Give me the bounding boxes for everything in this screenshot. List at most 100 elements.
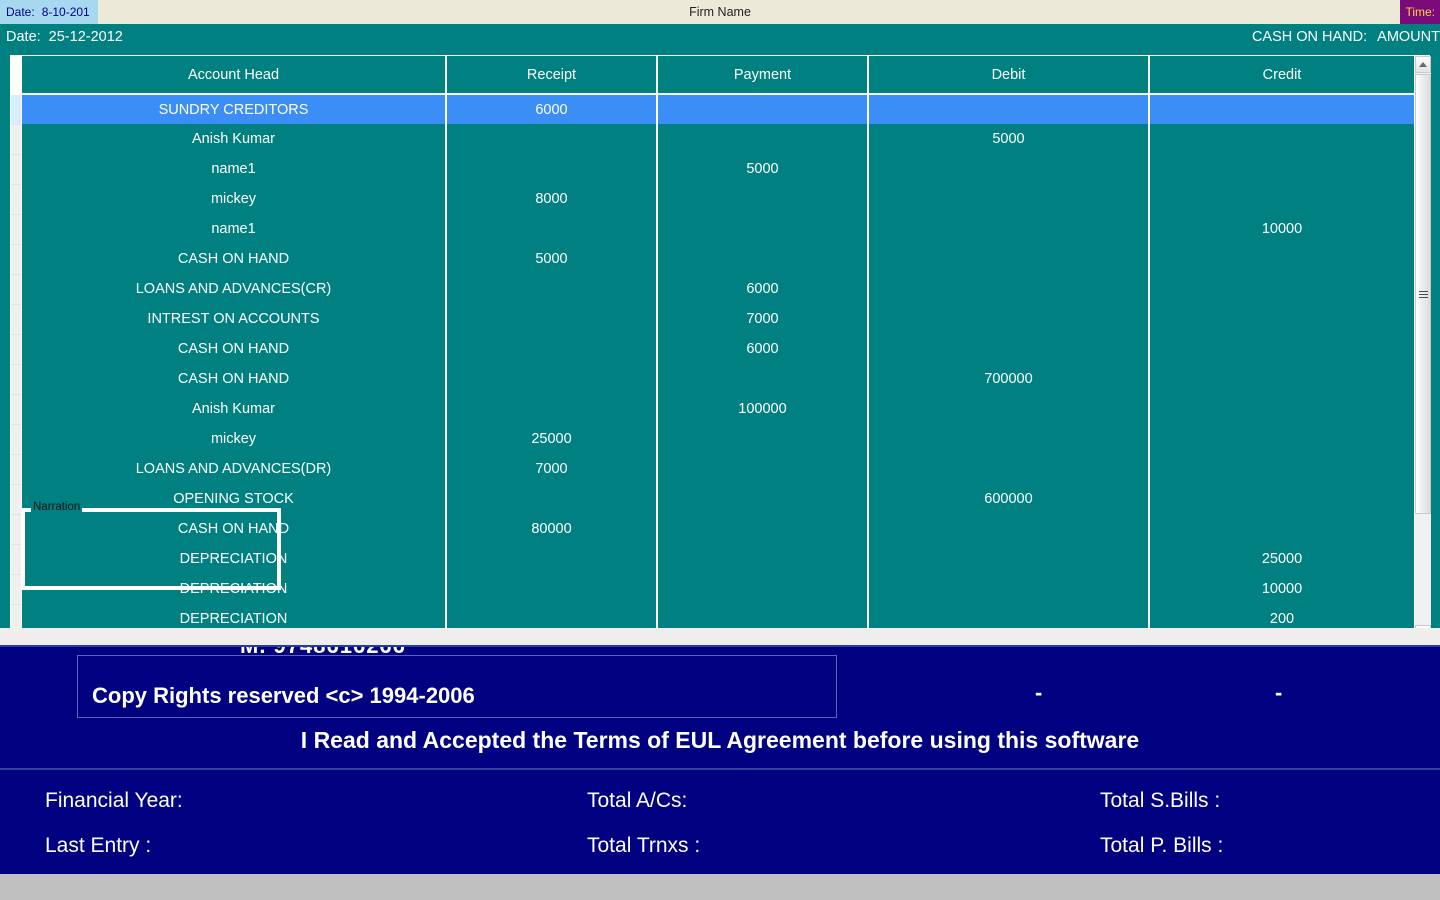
gutter-cell[interactable]: [11, 485, 21, 515]
gutter-cell[interactable]: [11, 95, 21, 125]
cell-credit[interactable]: [1149, 484, 1414, 514]
column-header-account-head[interactable]: Account Head: [22, 56, 447, 95]
cell-receipt[interactable]: 5000: [446, 244, 658, 274]
cell-account-head[interactable]: SUNDRY CREDITORS: [22, 94, 447, 124]
cell-credit[interactable]: [1149, 424, 1414, 454]
cell-receipt[interactable]: [446, 274, 658, 304]
titlebar-date-field[interactable]: Date: 8-10-201: [0, 0, 98, 24]
column-header-payment[interactable]: Payment: [657, 56, 869, 95]
gutter-cell[interactable]: [11, 395, 21, 425]
cell-receipt[interactable]: [446, 154, 658, 184]
cell-debit[interactable]: [868, 274, 1150, 304]
table-row[interactable]: Anish Kumar 5000: [22, 124, 1414, 154]
cell-payment[interactable]: [657, 454, 869, 484]
cell-debit[interactable]: [868, 304, 1150, 334]
cell-receipt[interactable]: [446, 124, 658, 154]
cell-account-head[interactable]: mickey: [22, 424, 447, 454]
table-row[interactable]: LOANS AND ADVANCES(CR) 6000: [22, 274, 1414, 304]
cell-receipt[interactable]: [446, 334, 658, 364]
cell-credit[interactable]: 25000: [1149, 544, 1414, 574]
cell-credit[interactable]: [1149, 124, 1414, 154]
cell-payment[interactable]: [657, 94, 869, 124]
cell-receipt[interactable]: [446, 304, 658, 334]
narration-frame[interactable]: [21, 508, 281, 590]
cell-payment[interactable]: 5000: [657, 154, 869, 184]
cell-payment[interactable]: 7000: [657, 304, 869, 334]
cell-payment[interactable]: [657, 484, 869, 514]
cell-credit[interactable]: [1149, 454, 1414, 484]
gutter-cell[interactable]: [11, 155, 21, 185]
cell-receipt[interactable]: [446, 544, 658, 574]
cell-receipt[interactable]: [446, 364, 658, 394]
gutter-cell[interactable]: [11, 215, 21, 245]
table-row[interactable]: mickey 8000: [22, 184, 1414, 214]
cell-receipt[interactable]: 7000: [446, 454, 658, 484]
cell-payment[interactable]: 6000: [657, 274, 869, 304]
cell-receipt[interactable]: 80000: [446, 514, 658, 544]
cell-account-head[interactable]: mickey: [22, 184, 447, 214]
cell-account-head[interactable]: Anish Kumar: [22, 394, 447, 424]
gutter-cell[interactable]: [11, 305, 21, 335]
cell-debit[interactable]: [868, 94, 1150, 124]
cell-credit[interactable]: [1149, 394, 1414, 424]
cell-debit[interactable]: [868, 424, 1150, 454]
cell-debit[interactable]: [868, 334, 1150, 364]
cell-payment[interactable]: [657, 424, 869, 454]
table-row[interactable]: name1 10000: [22, 214, 1414, 244]
gutter-cell[interactable]: [11, 365, 21, 395]
cell-debit[interactable]: [868, 454, 1150, 484]
grid-vertical-scrollbar[interactable]: [1414, 56, 1431, 642]
cell-account-head[interactable]: name1: [22, 214, 447, 244]
cell-credit[interactable]: [1149, 334, 1414, 364]
cell-debit[interactable]: [868, 514, 1150, 544]
cell-debit[interactable]: 600000: [868, 484, 1150, 514]
cell-credit[interactable]: 10000: [1149, 214, 1414, 244]
table-row[interactable]: mickey 25000: [22, 424, 1414, 454]
cell-receipt[interactable]: 25000: [446, 424, 658, 454]
table-row[interactable]: LOANS AND ADVANCES(DR) 7000: [22, 454, 1414, 484]
cell-payment[interactable]: 100000: [657, 394, 869, 424]
cell-payment[interactable]: [657, 214, 869, 244]
cell-credit[interactable]: [1149, 244, 1414, 274]
cell-payment[interactable]: [657, 574, 869, 604]
table-row[interactable]: CASH ON HAND 5000: [22, 244, 1414, 274]
cell-debit[interactable]: [868, 184, 1150, 214]
cell-payment[interactable]: [657, 184, 869, 214]
cell-account-head[interactable]: CASH ON HAND: [22, 244, 447, 274]
transactions-grid[interactable]: Account Head Receipt Payment Debit Credi…: [10, 55, 1431, 642]
cell-credit[interactable]: [1149, 514, 1414, 544]
gutter-cell[interactable]: [11, 545, 21, 575]
cell-credit[interactable]: [1149, 184, 1414, 214]
cell-credit[interactable]: 10000: [1149, 574, 1414, 604]
cell-credit[interactable]: [1149, 364, 1414, 394]
gutter-cell[interactable]: [11, 455, 21, 485]
gutter-cell[interactable]: [11, 575, 21, 605]
table-row[interactable]: INTREST ON ACCOUNTS 7000: [22, 304, 1414, 334]
cell-payment[interactable]: [657, 124, 869, 154]
column-header-receipt[interactable]: Receipt: [446, 56, 658, 95]
cell-debit[interactable]: [868, 394, 1150, 424]
gutter-cell[interactable]: [11, 275, 21, 305]
gutter-cell[interactable]: [11, 425, 21, 455]
cell-payment[interactable]: [657, 244, 869, 274]
table-row[interactable]: CASH ON HAND 700000: [22, 364, 1414, 394]
cell-debit[interactable]: 700000: [868, 364, 1150, 394]
cell-account-head[interactable]: LOANS AND ADVANCES(DR): [22, 454, 447, 484]
cell-payment[interactable]: 6000: [657, 334, 869, 364]
cell-receipt[interactable]: 8000: [446, 184, 658, 214]
cell-debit[interactable]: [868, 244, 1150, 274]
cell-receipt[interactable]: [446, 394, 658, 424]
cell-account-head[interactable]: name1: [22, 154, 447, 184]
gutter-cell[interactable]: [11, 125, 21, 155]
column-header-debit[interactable]: Debit: [868, 56, 1150, 95]
cell-receipt[interactable]: [446, 574, 658, 604]
cell-account-head[interactable]: CASH ON HAND: [22, 334, 447, 364]
scroll-up-button[interactable]: [1415, 56, 1431, 73]
gutter-cell[interactable]: [11, 185, 21, 215]
cell-receipt[interactable]: [446, 214, 658, 244]
gutter-cell[interactable]: [11, 335, 21, 365]
gutter-cell[interactable]: [11, 515, 21, 545]
column-header-credit[interactable]: Credit: [1149, 56, 1414, 95]
table-row[interactable]: CASH ON HAND 6000: [22, 334, 1414, 364]
cell-debit[interactable]: [868, 574, 1150, 604]
